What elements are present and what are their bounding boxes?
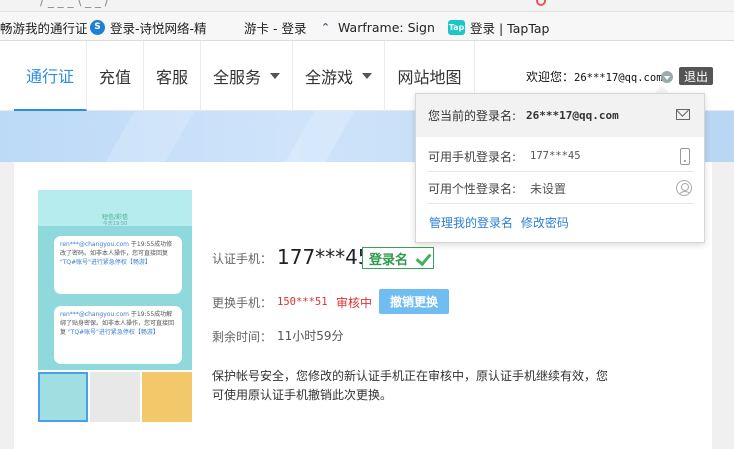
remaining-time-label: 剩余时间： [212,330,273,344]
current-login-value: 26***17@qq.com [526,109,619,122]
nav-service[interactable]: 客服 [144,41,201,111]
nav-label: 全服务 [212,68,261,87]
nav-all-games[interactable]: 全游戏 [293,41,385,111]
sms-sender: ren***@changyou.com [60,241,129,248]
welcome-text[interactable]: 欢迎您：26***17@qq.com [526,68,663,85]
nav-label: 全游戏 [304,68,353,87]
custom-login-row: 可用个性登录名: 未设置 [428,173,694,204]
mobile-phone-icon [680,148,690,165]
bookmark-changyou[interactable]: 畅游我的通行证 [0,18,88,36]
bookmark-youka[interactable]: 游卡 - 登录 [244,18,306,36]
bookmark-shiyue[interactable]: S 登录-诗悦网络-精 [90,18,207,36]
current-login-label: 您当前的登录名: [428,109,517,123]
sms-text: "TQ#账号"进行紧急停权【畅游】 [60,259,151,266]
mobile-login-label: 可用手机登录名: [428,149,517,164]
banner-decoration [105,111,195,162]
change-phone-label: 更换手机： [212,296,273,310]
dropdown-links: 管理我的登录名 修改密码 [429,214,573,231]
welcome-label: 欢迎您： [526,70,575,84]
thumbnail-1[interactable] [38,372,88,422]
sms-sender: ren***@changyou.com [60,311,129,318]
nav-label: 充值 [98,68,131,87]
auth-phone-label: 认证手机： [212,252,273,266]
warframe-icon: ⌃ [320,20,331,34]
taptap-icon: Tap [448,19,465,35]
bookmark-label: 畅游我的通行证 [0,20,88,36]
current-login-row: 您当前的登录名: 26***17@qq.com [416,94,704,137]
sms-bubble: ren***@changyou.com 于19:55成功解绑了贴身密保。如非本人… [54,306,182,364]
thumbnail-2[interactable] [90,372,140,422]
account-dropdown: 您当前的登录名: 26***17@qq.com 可用手机登录名: 177***4… [415,93,705,243]
shield-s-icon: S [90,19,105,35]
auth-phone-value: 177***45 [277,245,371,269]
page-gutter [712,162,734,449]
tab-strip-text: / _ _ _ \ _ _ / [40,0,109,8]
sms-text: "TQ#账号"进行紧急停权【畅游】 [67,329,159,336]
cancel-change-button[interactable]: 撤销更换 [379,289,449,314]
remaining-time-value: 11小时59分 [277,329,344,343]
sms-header-time: 今天19:50 [102,221,128,227]
nav-passport[interactable]: 通行证 [14,41,87,111]
review-status: 审核中 [336,296,373,310]
dropdown-pointer [655,86,669,93]
banner-decoration [285,111,355,162]
change-password-link[interactable]: 修改密码 [521,216,569,230]
mail-icon [676,109,690,120]
bookmark-label: 登录 | TapTap [470,20,550,36]
bookmark-label: 登录-诗悦网络-精 [110,20,207,36]
browser-tab-favicon-icon[interactable] [536,0,546,6]
nav-recharge[interactable]: 充值 [87,41,144,111]
sms-bubble: ren***@changyou.com 于19:55成功修改了密码。如非本人操作… [54,236,182,294]
logout-button[interactable]: 退出 [679,67,713,85]
sms-thumbnails [38,372,192,422]
mobile-login-row: 可用手机登录名: 177***45 [428,141,694,172]
custom-login-label: 可用个性登录名: [428,181,517,196]
security-notice: 保护帐号安全，您修改的新认证手机正在审核中，原认证手机继续有效，您可使用原认证手… [212,369,609,402]
nav-label: 网站地图 [397,68,462,87]
caret-down-icon [270,73,280,79]
caret-down-icon [362,73,372,79]
nav-label: 通行证 [25,67,74,86]
mobile-login-value: 177***45 [530,150,581,162]
new-phone-value: 150***51 [277,296,328,308]
sms-preview-image: 短信/彩信 今天19:50 ren***@changyou.com 于19:55… [38,190,192,370]
browser-tab-strip: / _ _ _ \ _ _ / [0,0,734,12]
custom-login-value: 未设置 [530,181,567,196]
bookmark-taptap[interactable]: Tap 登录 | TapTap [448,18,549,36]
login-name-badge: 登录名 [362,247,434,269]
manage-login-link[interactable]: 管理我的登录名 [429,216,513,230]
bookmarks-bar: 畅游我的通行证 S 登录-诗悦网络-精 游卡 - 登录 ⌃ Warframe: … [0,12,734,41]
welcome-username: 26***17@qq.com [574,72,663,84]
login-badge-label: 登录名 [369,252,409,268]
bookmark-warframe[interactable]: ⌃ Warframe: Sign [318,18,435,36]
nav-label: 客服 [155,68,188,87]
bookmark-label: 游卡 - 登录 [244,20,307,36]
thumbnail-3[interactable] [142,372,192,422]
check-icon [415,249,432,267]
nav-all-services[interactable]: 全服务 [201,41,293,111]
account-menu-caret-icon[interactable] [661,71,673,83]
sms-header: 短信/彩信 今天19:50 [38,190,192,227]
user-icon [676,180,692,196]
bookmark-label: Warframe: Sign [338,19,435,35]
